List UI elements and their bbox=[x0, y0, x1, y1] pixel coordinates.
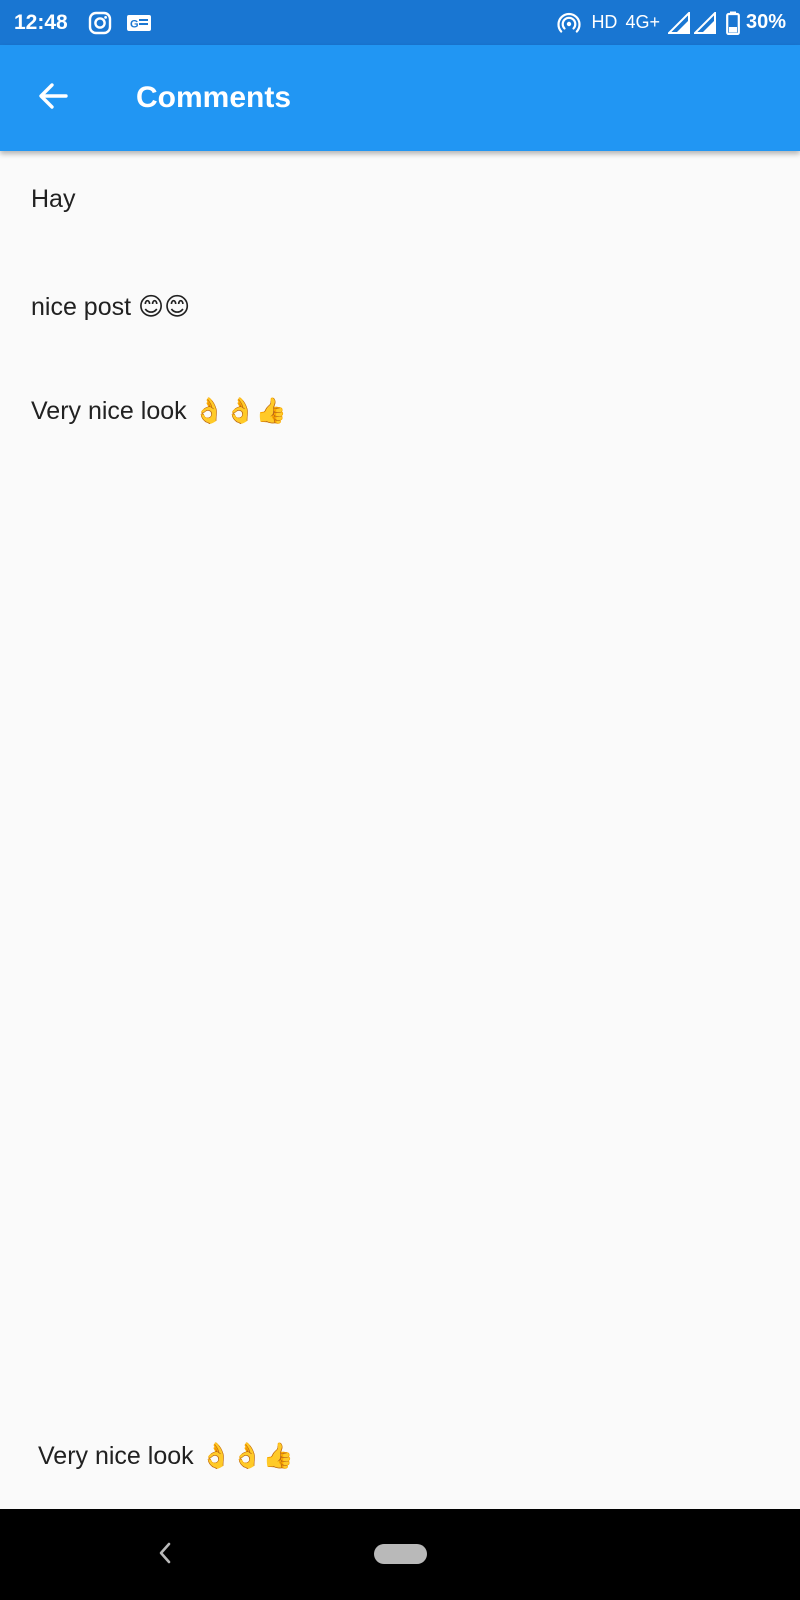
back-button[interactable] bbox=[25, 70, 81, 126]
notification-card-icon: G bbox=[126, 12, 152, 34]
instagram-icon bbox=[88, 11, 112, 35]
comment-item: Hay bbox=[31, 185, 76, 213]
battery-level: 30% bbox=[745, 11, 786, 33]
navigation-bar bbox=[0, 1509, 800, 1600]
hotspot-icon bbox=[557, 11, 582, 35]
signal-icon bbox=[667, 11, 690, 34]
status-left: 12:48 G bbox=[14, 11, 166, 35]
comment-item: Very nice look 👌👌👍 bbox=[31, 397, 287, 425]
comment-list: Hay nice post 😊😊 Very nice look 👌👌👍 bbox=[0, 151, 800, 466]
nav-back-icon bbox=[157, 1541, 173, 1570]
page-title: Comments bbox=[136, 81, 292, 114]
comment-input[interactable] bbox=[30, 1432, 770, 1480]
svg-text:G: G bbox=[130, 18, 139, 30]
app-bar: Comments bbox=[0, 45, 800, 151]
status-bar: 12:48 G HD 4G+ 30% bbox=[0, 0, 800, 45]
nav-back-button[interactable] bbox=[150, 1537, 180, 1573]
network-label: HD bbox=[591, 12, 618, 32]
signal-icon bbox=[693, 11, 716, 34]
status-right: HD 4G+ 30% bbox=[557, 11, 786, 35]
comment-item: nice post 😊😊 bbox=[31, 293, 191, 321]
status-time: 12:48 bbox=[14, 10, 68, 34]
home-pill-icon[interactable] bbox=[374, 1544, 427, 1564]
comment-input-bar bbox=[0, 1408, 800, 1508]
arrow-back-icon bbox=[37, 80, 69, 117]
signal-label: 4G+ bbox=[625, 12, 660, 32]
battery-icon bbox=[726, 11, 740, 35]
